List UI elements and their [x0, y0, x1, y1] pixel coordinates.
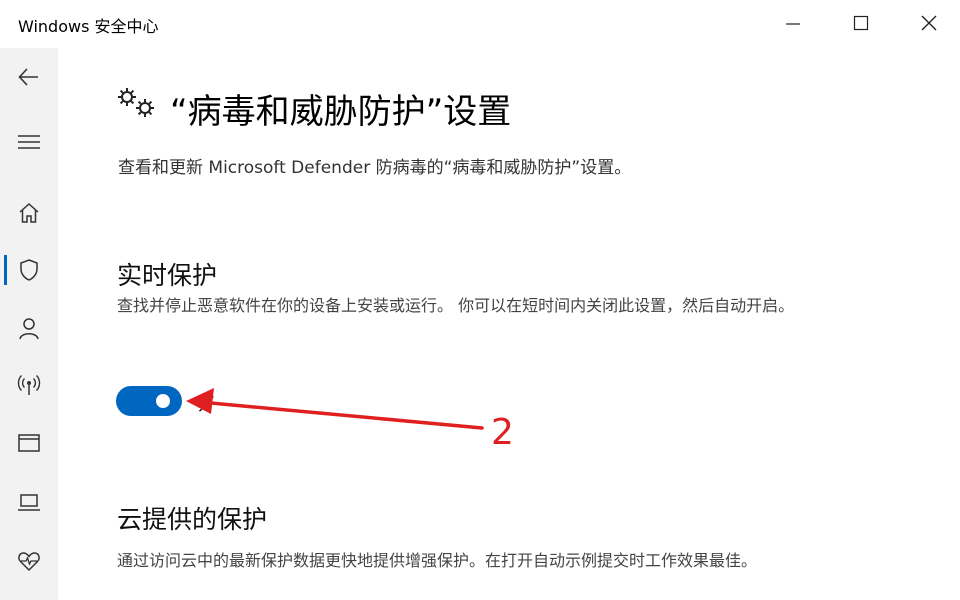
close-icon [921, 15, 937, 31]
menu-button[interactable] [0, 118, 58, 164]
window-title: Windows 安全中心 [18, 17, 159, 36]
sidebar-item-device-security[interactable] [0, 478, 58, 524]
shield-icon [20, 259, 38, 281]
app-browser-icon [18, 434, 40, 452]
heart-health-icon [18, 552, 40, 572]
cloud-protection-title: 云提供的保护 [117, 505, 268, 534]
sidebar-item-device-health[interactable] [0, 537, 58, 583]
maximize-button[interactable] [838, 0, 884, 46]
minimize-button[interactable] [770, 0, 816, 46]
sidebar-item-virus-protection[interactable] [0, 246, 58, 292]
maximize-icon [853, 15, 869, 31]
sidebar-item-firewall-network[interactable] [0, 361, 58, 407]
cloud-protection-desc: 通过访问云中的最新保护数据更快地提供增强保护。在打开自动示例提交时工作效果最佳。 [117, 551, 758, 570]
page-title: “病毒和威胁防护”设置 [170, 92, 512, 132]
title-bar: Windows 安全中心 [0, 0, 960, 48]
annotation-label: 2 [491, 412, 514, 453]
back-arrow-icon [18, 68, 38, 86]
page-subtitle: 查看和更新 Microsoft Defender 防病毒的“病毒和威胁防护”设置… [118, 158, 632, 178]
realtime-toggle-label: 开 [198, 395, 215, 415]
network-signal-icon [17, 375, 41, 395]
sidebar-item-account[interactable] [0, 304, 58, 350]
minimize-icon [786, 23, 800, 25]
home-icon [19, 202, 39, 223]
realtime-protection-desc: 查找并停止恶意软件在你的设备上安装或运行。 你可以在短时间内关闭此设置，然后自动… [117, 296, 795, 315]
sidebar-item-home[interactable] [0, 189, 58, 235]
back-button[interactable] [0, 53, 58, 99]
realtime-protection-title: 实时保护 [117, 261, 218, 290]
account-person-icon [19, 318, 39, 340]
toggle-knob [156, 394, 170, 408]
sidebar [0, 48, 58, 600]
gear-icon [118, 88, 154, 117]
realtime-protection-toggle[interactable] [116, 386, 182, 416]
sidebar-item-app-browser[interactable] [0, 419, 58, 465]
close-button[interactable] [906, 0, 952, 46]
laptop-device-icon [18, 494, 40, 511]
hamburger-menu-icon [18, 135, 40, 149]
